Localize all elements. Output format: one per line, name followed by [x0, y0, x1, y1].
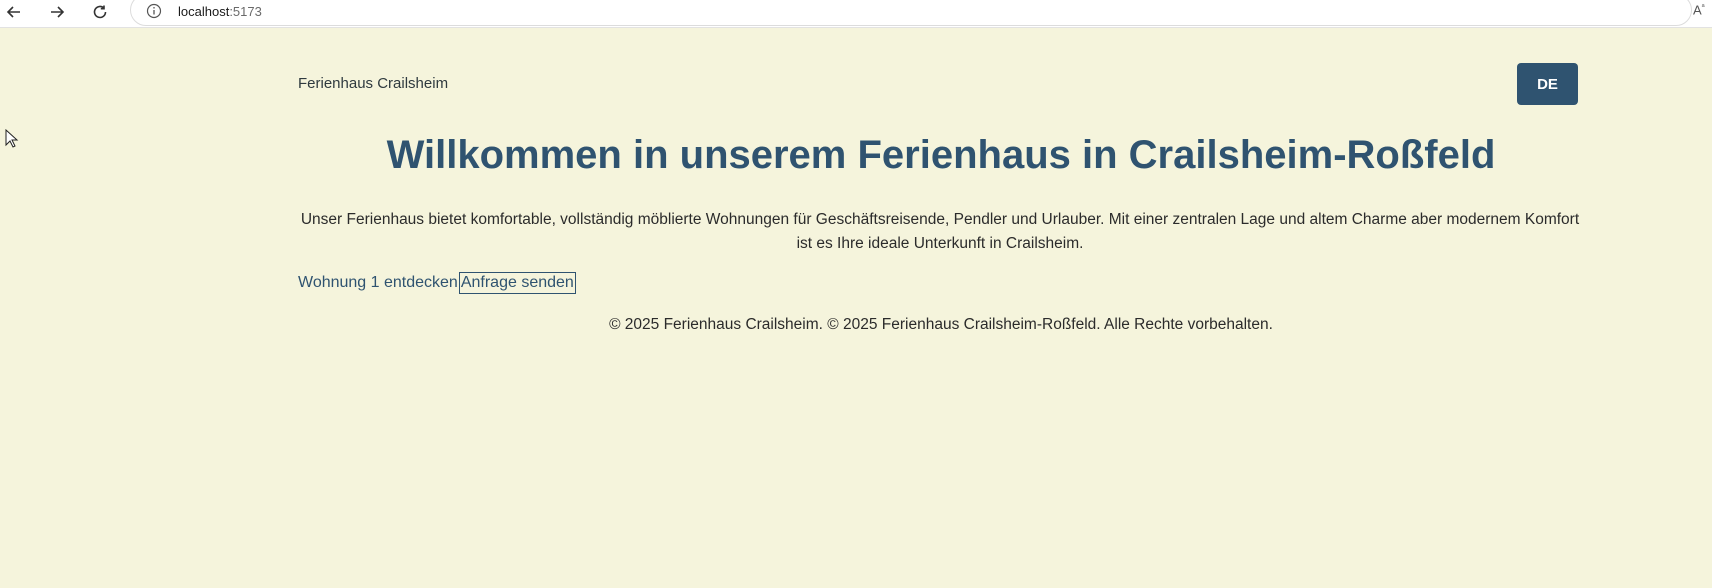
back-arrow-icon: [6, 6, 20, 18]
info-icon[interactable]: [146, 3, 162, 19]
url-text[interactable]: localhost:5173: [178, 4, 262, 19]
page-title: Willkommen in unserem Ferienhaus in Crai…: [386, 133, 1496, 177]
read-aloud-label: A: [1693, 2, 1702, 18]
send-request-link[interactable]: Anfrage senden: [458, 272, 576, 294]
mouse-cursor-icon: [5, 129, 19, 148]
action-links: Wohnung 1 entdecken Anfrage senden: [298, 272, 576, 294]
back-button[interactable]: [0, 0, 28, 24]
reload-button[interactable]: [86, 0, 114, 24]
reload-icon: [93, 5, 107, 19]
url-port: :5173: [229, 4, 262, 19]
forward-arrow-icon: [51, 6, 65, 18]
explore-apartment-link[interactable]: Wohnung 1 entdecken: [298, 274, 458, 292]
forward-button[interactable]: [43, 0, 71, 24]
url-host: localhost: [178, 4, 230, 19]
address-bar[interactable]: [130, 0, 1692, 26]
footer-copyright: © 2025 Ferienhaus Crailsheim. © 2025 Fer…: [609, 316, 1273, 333]
language-button[interactable]: DE: [1517, 63, 1578, 105]
intro-text: Unser Ferienhaus bietet komfortable, vol…: [300, 211, 1580, 252]
browser-toolbar: localhost:5173 Aᵃ: [0, 0, 1712, 28]
read-aloud-icon[interactable]: Aᵃ: [1693, 2, 1705, 17]
site-brand[interactable]: Ferienhaus Crailsheim: [298, 75, 448, 92]
